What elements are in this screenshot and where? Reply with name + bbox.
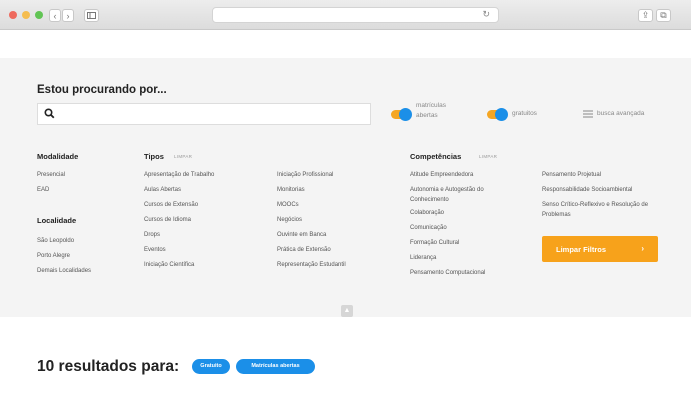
reload-icon[interactable]: ↻ xyxy=(482,9,490,20)
localidade-title: Localidade xyxy=(37,216,77,225)
filter-option[interactable]: Liderança xyxy=(410,253,522,268)
filter-option[interactable]: Cursos de Extensão xyxy=(144,200,214,215)
tipos-list-col1: Apresentação de Trabalho Aulas Abertas C… xyxy=(144,170,214,275)
filter-option[interactable]: Formação Cultural xyxy=(410,238,522,253)
filter-option[interactable]: Comunicação xyxy=(410,223,522,238)
filter-option[interactable]: Presencial xyxy=(37,170,65,185)
results-title: 10 resultados para: xyxy=(37,358,180,375)
search-input[interactable] xyxy=(64,107,358,123)
filter-option[interactable]: Autonomia e Autogestão do Conhecimento xyxy=(410,185,522,208)
modalidade-list: Presencial EAD xyxy=(37,170,65,200)
filter-option[interactable]: Drops xyxy=(144,230,214,245)
competencias-clear-link[interactable]: LIMPAR xyxy=(479,154,497,159)
localidade-list: São Leopoldo Porto Alegre Demais Localid… xyxy=(37,236,91,281)
filter-option[interactable]: Demais Localidades xyxy=(37,266,91,281)
filter-chip-gratuito[interactable]: Gratuito xyxy=(192,359,230,374)
filter-option[interactable]: MOOCs xyxy=(277,200,346,215)
close-window-button[interactable] xyxy=(9,11,17,19)
filter-option[interactable]: Eventos xyxy=(144,245,214,260)
modalidade-title: Modalidade xyxy=(37,152,79,161)
browser-toolbar: ‹ › ↻ ⇪ ⧉ xyxy=(0,0,691,30)
toggle-matriculas-abertas[interactable] xyxy=(391,108,412,121)
tipos-title: Tipos xyxy=(144,152,164,161)
tipos-list-col2: Iniciação Profissional Monitorias MOOCs … xyxy=(277,170,346,275)
sidebar-icon[interactable] xyxy=(84,9,99,22)
filter-option[interactable]: Atitude Empreendedora xyxy=(410,170,522,185)
back-icon[interactable]: ‹ xyxy=(49,9,61,22)
filter-option[interactable]: Pensamento Computacional xyxy=(410,268,522,283)
collapse-panel-button[interactable]: ▲ xyxy=(341,305,353,317)
competencias-list-col2: Pensamento Projetual Responsabilidade So… xyxy=(542,170,667,223)
filter-option[interactable]: Porto Alegre xyxy=(37,251,91,266)
clear-filters-label: Limpar Filtros xyxy=(556,245,607,254)
filter-option[interactable]: EAD xyxy=(37,185,65,200)
search-box[interactable] xyxy=(37,103,371,125)
minimize-window-button[interactable] xyxy=(22,11,30,19)
filter-option[interactable]: Apresentação de Trabalho xyxy=(144,170,214,185)
filter-chip-matriculas-abertas[interactable]: Matrículas abertas xyxy=(236,359,315,374)
filter-option[interactable]: Negócios xyxy=(277,215,346,230)
clear-filters-button[interactable]: Limpar Filtros › xyxy=(542,236,658,262)
tabs-icon[interactable]: ⧉ xyxy=(656,9,671,22)
filter-option[interactable]: Representação Estudantil xyxy=(277,260,346,275)
filter-option[interactable]: Cursos de Idioma xyxy=(144,215,214,230)
chevron-up-icon: ▲ xyxy=(343,307,351,314)
search-icon xyxy=(44,108,55,119)
advanced-search-label: busca avançada xyxy=(597,110,645,117)
filter-option[interactable]: Ouvinte em Banca xyxy=(277,230,346,245)
share-icon[interactable]: ⇪ xyxy=(638,9,653,22)
filter-option[interactable]: Iniciação Científica xyxy=(144,260,214,275)
filter-option[interactable]: Iniciação Profissional xyxy=(277,170,346,185)
filter-panel: Estou procurando por... matrículas abert… xyxy=(0,58,691,317)
chevron-right-icon: › xyxy=(641,244,644,253)
filter-option[interactable]: Responsabilidade Socioambiental xyxy=(542,185,667,200)
filter-option[interactable]: Senso Crítico-Reflexivo e Resolução de P… xyxy=(542,200,667,223)
toggle-gratuitos-label: gratuitos xyxy=(512,110,537,117)
competencias-list-col1: Atitude Empreendedora Autonomia e Autoge… xyxy=(410,170,522,283)
forward-icon[interactable]: › xyxy=(62,9,74,22)
address-bar[interactable]: ↻ xyxy=(212,7,499,23)
toggle-gratuitos[interactable] xyxy=(487,108,508,121)
filter-option[interactable]: São Leopoldo xyxy=(37,236,91,251)
tipos-clear-link[interactable]: LIMPAR xyxy=(174,154,192,159)
filter-option[interactable]: Pensamento Projetual xyxy=(542,170,667,185)
filter-option[interactable]: Monitorias xyxy=(277,185,346,200)
toggle-knob xyxy=(399,108,412,121)
toggle-matriculas-label: matrículas abertas xyxy=(416,102,446,119)
filter-option[interactable]: Colaboração xyxy=(410,208,522,223)
search-heading: Estou procurando por... xyxy=(37,84,167,96)
sliders-icon xyxy=(583,110,593,118)
toggle-knob xyxy=(495,108,508,121)
competencias-title: Competências xyxy=(410,152,462,161)
filter-option[interactable]: Prática de Extensão xyxy=(277,245,346,260)
filter-option[interactable]: Aulas Abertas xyxy=(144,185,214,200)
maximize-window-button[interactable] xyxy=(35,11,43,19)
